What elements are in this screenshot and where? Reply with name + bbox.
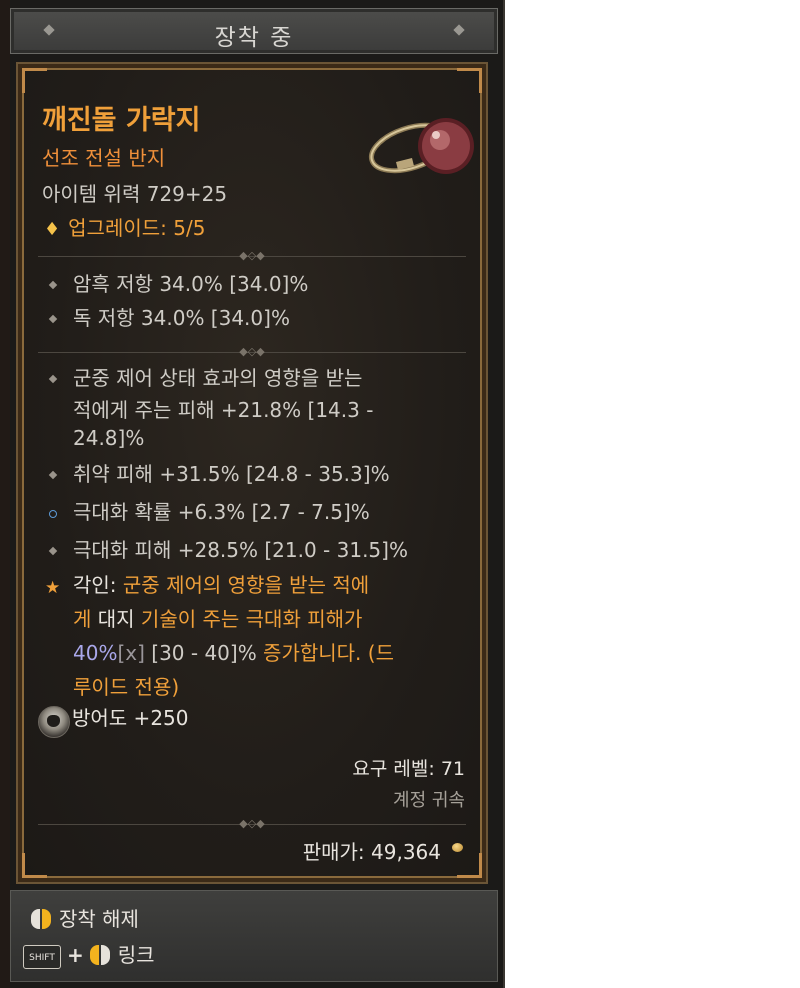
skull-icon: [38, 706, 70, 738]
mouse-left-click-icon: [89, 945, 110, 965]
unequip-action[interactable]: 장착 해제: [31, 903, 139, 932]
required-level: 요구 레벨: 71: [352, 758, 465, 780]
affix-line: 24.8]%: [73, 426, 145, 450]
tooltip-header: 장착 중: [10, 8, 498, 54]
affix-line: 극대화 피해 +28.5% [21.0 - 31.5]%: [73, 538, 408, 562]
divider: ◆◇◆: [38, 250, 466, 261]
link-label: 링크: [117, 943, 155, 967]
tooltip-footer: 장착 해제 SHIFT + 링크: [10, 890, 498, 982]
ring-icon: [368, 118, 474, 174]
divider: ◆◇◆: [38, 346, 466, 357]
mouse-right-click-icon: [31, 909, 51, 929]
gold-coin-icon: [452, 843, 463, 852]
item-tooltip-panel: 장착 중 깨진돌 가락지 선조 전설 반지 아이템 위력 729+25 ♦ 업그레…: [0, 0, 505, 988]
header-title: 장착 중: [214, 25, 294, 51]
affix-line: 취약 피해 +31.5% [24.8 - 35.3]%: [73, 462, 390, 486]
upgrade-text: 업그레이드: 5/5: [68, 216, 206, 240]
account-bound: 계정 귀속: [393, 790, 465, 811]
item-power: 아이템 위력 729+25: [42, 182, 228, 206]
shift-key-icon: SHIFT: [23, 944, 61, 969]
resistance-line: 독 저항 34.0% [34.0]%: [73, 306, 290, 330]
divider: ◆◇◆: [38, 818, 466, 829]
circle-bullet-icon: [49, 510, 57, 518]
armor-value: 방어도 +250: [72, 706, 189, 730]
item-name: 깨진돌 가락지: [42, 105, 201, 136]
panel-left-edge: [0, 0, 10, 988]
link-action[interactable]: SHIFT + 링크: [23, 939, 155, 969]
star-icon: ★: [45, 578, 61, 598]
aspect-text: 각인: 군중 제어의 영향을 받는 적에 게 대지 기술이 주는 극대화 피해가…: [73, 573, 394, 699]
resistance-line: 암흑 저항 34.0% [34.0]%: [73, 272, 309, 296]
sell-price: 판매가: 49,364: [302, 840, 441, 864]
item-type: 선조 전설 반지: [42, 146, 166, 170]
diamond-icon: ♦: [44, 219, 61, 240]
upgrade-status: ♦ 업그레이드: 5/5: [44, 212, 205, 241]
affix-line: 군중 제어 상태 효과의 영향을 받는: [73, 366, 363, 390]
unequip-label: 장착 해제: [59, 907, 139, 931]
affix-line: 극대화 확률 +6.3% [2.7 - 7.5]%: [73, 500, 370, 524]
